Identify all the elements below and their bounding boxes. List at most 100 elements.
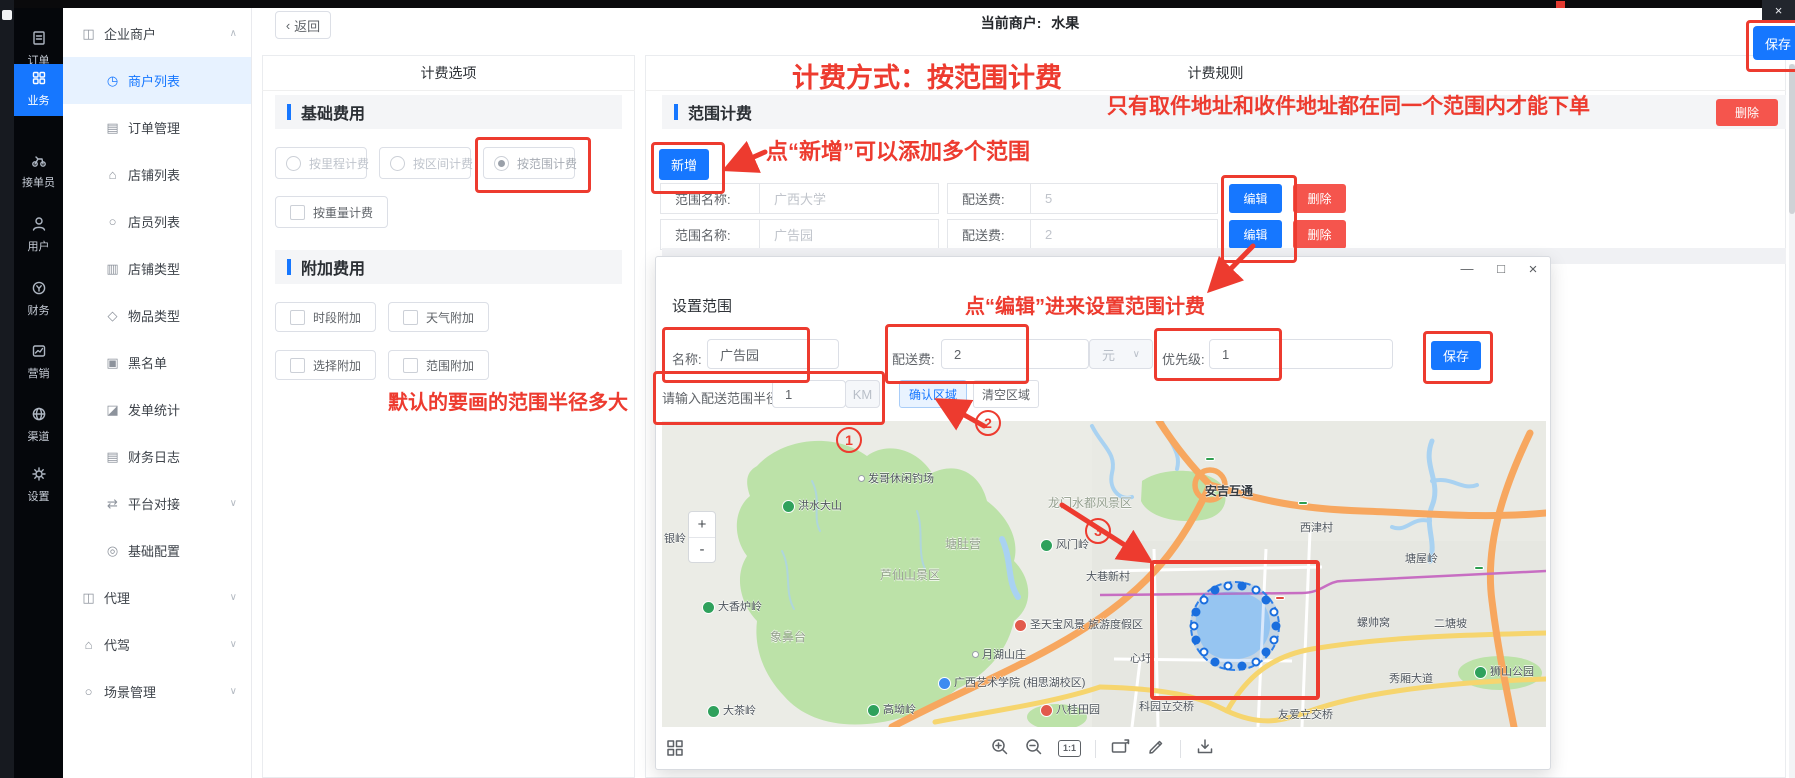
sidebar-menu-item[interactable]: ○ 店员列表 [63,198,251,245]
rail-item-marketing[interactable]: 营销 [14,337,63,387]
extra-fee-checkbox[interactable]: 选择附加 [275,350,376,380]
zoom-in-icon[interactable] [990,737,1010,760]
circle-handle[interactable] [1190,622,1199,631]
priority-input[interactable]: 1 [1209,339,1393,369]
sidebar-menu-item[interactable]: ⌂ 店铺列表 [63,151,251,198]
circle-handle[interactable] [1223,581,1232,590]
sidebar-menu-item[interactable]: ▤ 订单管理 [63,104,251,151]
sidebar-menu-item[interactable]: ◷ 商户列表 [63,57,251,104]
name-input[interactable]: 广告园 [707,339,839,369]
delete-range-button[interactable]: 删除 [1293,220,1346,249]
map-place-line1: 大茶岭 [723,705,756,717]
map-place-label: 塘屋岭 [1405,553,1438,565]
map-canvas[interactable]: 发哥休闲钓场 洪水大山 银岭 [662,421,1546,727]
circle-handle[interactable] [1238,581,1247,590]
billing-mode-radio[interactable]: 按区间计费 [379,147,471,179]
map-zoom-in-button[interactable]: + [689,512,715,538]
radius-field-label: 请输入配送范围半径: [662,388,783,407]
map-place-text: 芦仙山景区 [880,569,940,581]
sidebar-menu-item[interactable]: ⌂ 代驾 ∨ [63,621,251,668]
circle-handle[interactable] [1251,657,1260,666]
circle-handle[interactable] [1272,622,1281,631]
menu-item-label: 企业商户 [104,24,156,43]
circle-handle[interactable] [1223,662,1232,671]
sidebar-menu-item[interactable]: ⇄ 平台对接 ∨ [63,480,251,527]
range-section-delete-button[interactable]: 删除 [1716,99,1778,126]
rotate-icon[interactable] [1110,737,1132,760]
rail-item-settings[interactable]: 设置 [14,460,63,510]
billing-options-title: 计费选项 [262,55,635,91]
page-save-button[interactable]: 保存 [1753,26,1795,60]
window-close-button[interactable]: × [1762,0,1795,20]
range-name-value[interactable]: 广告园 [759,219,939,250]
sidebar-menu-item[interactable]: ◇ 物品类型 [63,292,251,339]
sidebar-menu-item[interactable]: ▥ 店铺类型 [63,245,251,292]
billing-mode-radio[interactable]: 按范围计费 [483,147,575,179]
map-place-line1: 友爱立交桥 [1278,709,1333,721]
rail-item-channels[interactable]: 渠道 [14,400,63,450]
modal-save-button[interactable]: 保存 [1431,341,1481,370]
map-place-text: 八桂田园 [1056,704,1100,717]
map-place-text: 心圩 [1130,653,1152,665]
layers-grid-icon[interactable] [666,739,684,760]
range-fee-value[interactable]: 5 [1030,183,1218,214]
scrollbar-thumb[interactable] [1789,64,1795,214]
fee-unit-select[interactable]: 元 ∨ [1089,339,1153,369]
sidebar-menu-item[interactable]: ◎ 基础配置 [63,527,251,574]
modal-close-button[interactable]: × [1524,261,1542,278]
sidebar-menu-item[interactable]: ◫ 代理 ∨ [63,574,251,621]
billing-mode-radio[interactable]: 按里程计费 [275,147,367,179]
circle-handle[interactable] [1210,586,1219,595]
back-button[interactable]: ‹ 返回 [275,11,331,39]
checkbox-icon [290,310,305,325]
circle-handle[interactable] [1251,586,1260,595]
range-circle[interactable] [1190,581,1280,671]
sidebar-menu-item[interactable]: ▣ 黑名单 [63,339,251,386]
edit-range-button[interactable]: 编辑 [1229,184,1282,213]
rail-item-users[interactable]: 用户 [14,210,63,260]
map-place-line1: 西津村 [1300,522,1333,534]
range-fee-value[interactable]: 2 [1030,219,1218,250]
user-icon [31,216,47,235]
circle-handle[interactable] [1192,636,1201,645]
clear-area-button[interactable]: 清空区域 [973,380,1039,408]
pencil-icon[interactable] [1146,737,1166,760]
radius-input[interactable]: 1 [772,380,846,408]
edge-app-icon[interactable] [2,10,12,20]
extra-fee-checkbox[interactable]: 范围附加 [388,350,489,380]
edit-range-button[interactable]: 编辑 [1229,220,1282,249]
map-zoom-out-button[interactable]: - [689,538,715,563]
chevron-down-icon: ∨ [1133,349,1140,360]
circle-handle[interactable] [1262,595,1271,604]
circle-handle[interactable] [1199,648,1208,657]
range-name-value[interactable]: 广西大学 [759,183,939,214]
sidebar-menu-item[interactable]: ◪ 发单统计 [63,386,251,433]
circle-handle[interactable] [1192,607,1201,616]
circle-handle[interactable] [1199,595,1208,604]
rail-item-finance[interactable]: 财务 [14,274,63,324]
actual-size-icon[interactable]: 1:1 [1058,740,1081,757]
sidebar-menu-item[interactable]: ◫ 企业商户 ∧ [63,10,251,57]
rail-item-courier[interactable]: 接单员 [14,146,63,196]
zoom-out-icon[interactable] [1024,737,1044,760]
circle-handle[interactable] [1238,662,1247,671]
sidebar-menu-item[interactable]: ▤ 财务日志 [63,433,251,480]
circle-handle[interactable] [1269,607,1278,616]
sidebar-menu-item[interactable]: ○ 场景管理 ∨ [63,668,251,715]
circle-handle[interactable] [1269,636,1278,645]
extra-fee-checkbox[interactable]: 天气附加 [388,302,489,332]
delete-range-button[interactable]: 删除 [1293,184,1346,213]
download-icon[interactable] [1195,737,1215,760]
circle-handle[interactable] [1262,648,1271,657]
modal-minimize-button[interactable]: — [1458,261,1476,276]
circle-handle[interactable] [1210,657,1219,666]
fee-input[interactable]: 2 [941,339,1089,369]
road-badge [1205,457,1215,461]
weight-billing-checkbox[interactable]: 按重量计费 [275,196,388,228]
map-place-text: 广西艺术学院 (相思湖校区) [954,677,1085,690]
add-range-button[interactable]: 新增 [659,149,709,180]
modal-maximize-button[interactable]: □ [1492,261,1510,276]
extra-fee-checkbox[interactable]: 时段附加 [275,302,376,332]
confirm-area-button[interactable]: 确认区域 [899,380,967,408]
rail-item-business[interactable]: 业务 [14,64,63,116]
